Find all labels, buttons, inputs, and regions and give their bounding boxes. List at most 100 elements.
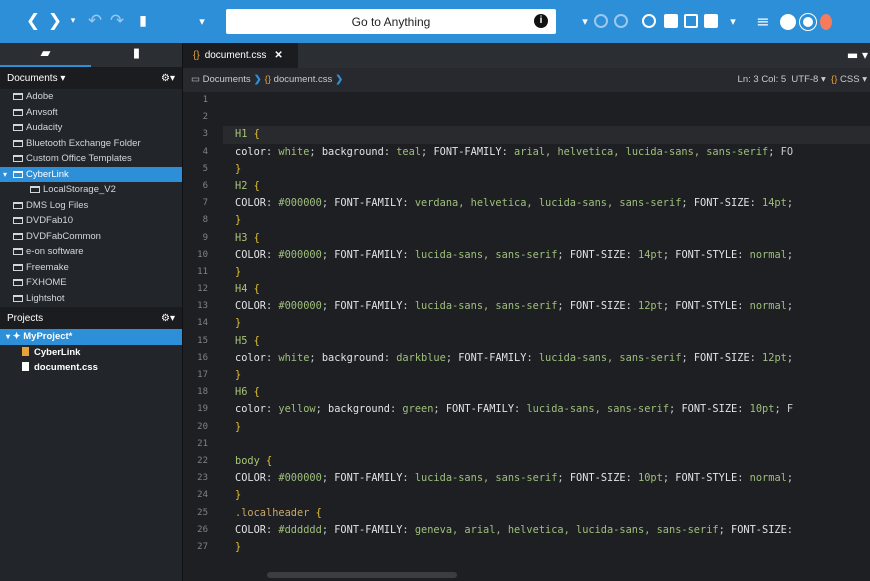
code-editor[interactable]: H1 {color: white; background: teal; FONT…: [223, 92, 870, 570]
sidebar-item-anvsoft[interactable]: Anvsoft: [0, 105, 182, 121]
project-item-label: document.css: [34, 362, 98, 373]
back-icon[interactable]: ❮: [22, 0, 44, 43]
dropdown-icon[interactable]: ▾: [574, 0, 596, 43]
sidebar-item-custom-office-templates[interactable]: Custom Office Templates: [0, 151, 182, 167]
line-number: 13: [197, 301, 208, 312]
record-macro-icon[interactable]: [594, 14, 608, 28]
line-number: 16: [197, 352, 208, 363]
code-line[interactable]: color: yellow; background: green; FONT-F…: [223, 401, 870, 418]
code-line[interactable]: H6 {: [223, 384, 870, 401]
sidebar-item-label: Lightshot: [26, 292, 65, 304]
hamburger-menu-icon[interactable]: ≡: [752, 0, 774, 43]
scrollbar-thumb[interactable]: [267, 572, 457, 578]
info-icon[interactable]: i: [534, 14, 548, 28]
history-dropdown-icon[interactable]: ▾: [62, 0, 84, 43]
sidebar-item-cyberlink[interactable]: ▾ CyberLink: [0, 166, 182, 182]
bottom-pane-icon[interactable]: [684, 14, 698, 28]
sidebar-item-fxhome[interactable]: FXHOME: [0, 275, 182, 291]
layout-dropdown-icon[interactable]: ▾: [722, 0, 744, 43]
code-line[interactable]: H4 {: [223, 281, 870, 298]
code-line[interactable]: .localheader {: [223, 505, 870, 522]
documents-header[interactable]: Documents ▾ ⚙▾: [0, 67, 182, 89]
sidebar-item-dvdfabcommon[interactable]: DVDFabCommon: [0, 229, 182, 245]
projects-header[interactable]: Projects ⚙▾: [0, 307, 182, 329]
code-line[interactable]: COLOR: #000000; FONT-FAMILY: lucida-sans…: [223, 470, 870, 487]
folder-icon: [13, 124, 23, 131]
code-line[interactable]: H3 {: [223, 230, 870, 247]
tab-menu-icon[interactable]: ▬ ▾: [847, 43, 868, 68]
encoding[interactable]: UTF-8: [791, 74, 818, 85]
right-pane-icon[interactable]: [704, 14, 718, 28]
code-line[interactable]: }: [223, 367, 870, 384]
tab-label: document.css: [204, 50, 267, 61]
line-number: 8: [202, 215, 208, 226]
code-line[interactable]: }: [223, 161, 870, 178]
file-tab[interactable]: ▮: [91, 43, 182, 67]
code-line[interactable]: }: [223, 487, 870, 504]
horizontal-scrollbar[interactable]: [223, 570, 870, 581]
code-line[interactable]: H1 {: [223, 126, 870, 144]
maximize-icon[interactable]: [799, 13, 817, 31]
code-line[interactable]: [223, 436, 870, 453]
code-line[interactable]: }: [223, 264, 870, 281]
menu-dropdown-icon[interactable]: ▾: [191, 0, 213, 43]
code-line[interactable]: }: [223, 419, 870, 436]
code-line[interactable]: [223, 109, 870, 126]
toggle-icon[interactable]: [642, 14, 656, 28]
folder-icon: [13, 232, 23, 240]
cursor-position[interactable]: Ln: 3 Col: 5: [738, 74, 787, 85]
project-root[interactable]: ▾ ✦ MyProject*: [0, 329, 182, 345]
code-line[interactable]: H5 {: [223, 333, 870, 350]
line-number: 3: [202, 129, 208, 140]
sidebar-item-bluetooth-exchange-folder[interactable]: Bluetooth Exchange Folder: [0, 136, 182, 152]
project-item-document-css[interactable]: document.css: [0, 360, 182, 376]
close-tab-icon[interactable]: ✕: [274, 50, 282, 61]
breadcrumb-file[interactable]: document.css: [274, 74, 333, 85]
line-number: 27: [197, 541, 208, 552]
sidebar-item-audacity[interactable]: Audacity: [0, 120, 182, 136]
code-line[interactable]: H2 {: [223, 178, 870, 195]
code-line[interactable]: COLOR: #000000; FONT-FAMILY: lucida-sans…: [223, 247, 870, 264]
code-line[interactable]: }: [223, 539, 870, 556]
code-line[interactable]: COLOR: #dddddd; FONT-FAMILY: geneva, ari…: [223, 522, 870, 539]
project-item-cyberlink[interactable]: CyberLink: [0, 345, 182, 361]
line-number: 10: [197, 249, 208, 260]
left-pane-icon[interactable]: [664, 14, 678, 28]
code-line[interactable]: color: white; background: teal; FONT-FAM…: [223, 144, 870, 161]
play-macro-icon[interactable]: [614, 14, 628, 28]
code-line[interactable]: COLOR: #000000; FONT-FAMILY: verdana, he…: [223, 195, 870, 212]
sidebar-item-label: Freemake: [26, 261, 69, 273]
line-number: 9: [202, 232, 208, 243]
go-to-anything-input[interactable]: Go to Anything i: [226, 9, 556, 34]
code-line[interactable]: body {: [223, 453, 870, 470]
tab-document-css[interactable]: {} document.css ✕: [183, 43, 298, 68]
sidebar-item-dvdfab10[interactable]: DVDFab10: [0, 213, 182, 229]
sidebar-item-e-on-software[interactable]: e-on software: [0, 244, 182, 260]
redo-icon[interactable]: ↷: [106, 0, 128, 43]
breadcrumb-root[interactable]: Documents: [203, 74, 251, 85]
code-line[interactable]: color: white; background: darkblue; FONT…: [223, 350, 870, 367]
sidebar-item-lightshot[interactable]: Lightshot: [0, 291, 182, 307]
places-tab[interactable]: ▰: [0, 43, 91, 67]
save-file-icon[interactable]: ▮: [132, 0, 154, 43]
code-line[interactable]: }: [223, 315, 870, 332]
projects-settings-icon[interactable]: ⚙▾: [161, 313, 175, 324]
line-number-gutter: 1 2 3 4 5 6 7 8 9 10 11 12 13 14 15 16 17 18 19 20 21 22 23 24 2…: [183, 92, 223, 570]
settings-icon[interactable]: ⚙▾: [161, 73, 175, 84]
code-line[interactable]: [223, 92, 870, 109]
line-number: 22: [197, 455, 208, 466]
sidebar-item-dms-log-files[interactable]: DMS Log Files: [0, 198, 182, 214]
line-number: 7: [202, 198, 208, 209]
language[interactable]: CSS: [840, 74, 860, 85]
minimize-icon[interactable]: [780, 14, 796, 30]
file-icon: [22, 362, 29, 371]
undo-icon[interactable]: ↶: [84, 0, 106, 43]
line-number: 2: [202, 112, 208, 123]
sidebar-item-localstorage-v2[interactable]: LocalStorage_V2: [0, 182, 182, 198]
code-line[interactable]: }: [223, 212, 870, 229]
sidebar-item-adobe[interactable]: Adobe: [0, 89, 182, 105]
close-window-icon[interactable]: [820, 14, 832, 30]
code-line[interactable]: COLOR: #000000; FONT-FAMILY: lucida-sans…: [223, 298, 870, 315]
project-item-label: CyberLink: [34, 346, 81, 358]
sidebar-item-freemake[interactable]: Freemake: [0, 260, 182, 276]
